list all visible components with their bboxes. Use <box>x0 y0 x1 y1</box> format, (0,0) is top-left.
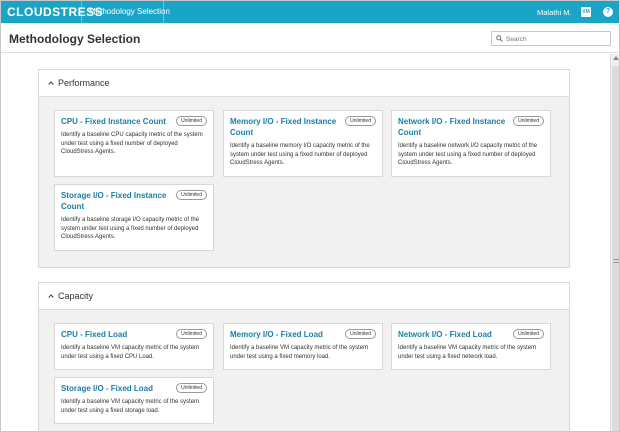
card-title[interactable]: Network I/O - Fixed Instance Count <box>398 116 518 138</box>
card-title[interactable]: Memory I/O - Fixed Load <box>230 329 350 340</box>
unlimited-badge: Unlimited <box>513 116 544 126</box>
card-description: Identify a baseline VM capacity metric o… <box>398 345 537 360</box>
user-name[interactable]: Malathi M. <box>537 8 572 17</box>
section-capacity: Capacity CPU - Fixed Load Unlimited Iden… <box>38 282 570 431</box>
methodology-card[interactable]: Network I/O - Fixed Instance Count Unlim… <box>391 110 551 177</box>
main-content: Performance CPU - Fixed Instance Count U… <box>1 54 610 431</box>
scroll-up-arrow-icon[interactable] <box>613 56 619 60</box>
methodology-card[interactable]: Storage I/O - Fixed Load Unlimited Ident… <box>54 377 214 424</box>
card-description: Identify a baseline VM capacity metric o… <box>61 399 200 414</box>
chevron-up-icon[interactable] <box>48 293 54 299</box>
page-title: Methodology Selection <box>9 32 141 46</box>
nav-item-methodology-selection[interactable]: Methodology Selection <box>89 7 170 16</box>
section-title: Capacity <box>58 291 94 301</box>
section-header[interactable]: Capacity <box>39 283 569 310</box>
page-header: Methodology Selection <box>1 23 619 53</box>
search-icon <box>496 35 503 42</box>
unlimited-badge: Unlimited <box>345 329 376 339</box>
vertical-scrollbar[interactable] <box>610 54 619 431</box>
chevron-up-icon[interactable] <box>48 80 54 86</box>
card-description: Identify a baseline network I/O capacity… <box>398 143 538 166</box>
methodology-card[interactable]: Memory I/O - Fixed Load Unlimited Identi… <box>223 323 383 370</box>
methodology-card[interactable]: Memory I/O - Fixed Instance Count Unlimi… <box>223 110 383 177</box>
unlimited-badge: Unlimited <box>176 116 207 126</box>
card-title[interactable]: Memory I/O - Fixed Instance Count <box>230 116 350 138</box>
search-box[interactable] <box>491 31 611 46</box>
card-title[interactable]: Network I/O - Fixed Load <box>398 329 518 340</box>
divider <box>81 1 82 23</box>
unlimited-badge: Unlimited <box>176 329 207 339</box>
search-input[interactable] <box>506 33 606 45</box>
card-description: Identify a baseline VM capacity metric o… <box>230 345 369 360</box>
unlimited-badge: Unlimited <box>345 116 376 126</box>
help-icon[interactable]: ? <box>603 7 613 17</box>
card-title[interactable]: Storage I/O - Fixed Instance Count <box>61 190 181 212</box>
section-title: Performance <box>58 78 110 88</box>
card-description: Identify a baseline CPU capacity metric … <box>61 132 203 155</box>
user-avatar[interactable]: VM <box>581 7 591 17</box>
section-performance: Performance CPU - Fixed Instance Count U… <box>38 69 570 268</box>
card-title[interactable]: CPU - Fixed Instance Count <box>61 116 181 127</box>
top-navigation-bar: CLOUDSTRESS Methodology Selection Malath… <box>1 1 619 23</box>
card-description: Identify a baseline storage I/O capacity… <box>61 217 200 240</box>
card-description: Identify a baseline memory I/O capacity … <box>230 143 370 166</box>
scroll-grip-icon <box>613 259 619 263</box>
methodology-card[interactable]: Storage I/O - Fixed Instance Count Unlim… <box>54 184 214 251</box>
methodology-card[interactable]: CPU - Fixed Instance Count Unlimited Ide… <box>54 110 214 177</box>
unlimited-badge: Unlimited <box>513 329 544 339</box>
section-header[interactable]: Performance <box>39 70 569 97</box>
methodology-card[interactable]: Network I/O - Fixed Load Unlimited Ident… <box>391 323 551 370</box>
card-description: Identify a baseline VM capacity metric o… <box>61 345 200 360</box>
card-title[interactable]: CPU - Fixed Load <box>61 329 181 340</box>
unlimited-badge: Unlimited <box>176 190 207 200</box>
app-window: CLOUDSTRESS Methodology Selection Malath… <box>0 0 620 432</box>
card-title[interactable]: Storage I/O - Fixed Load <box>61 383 181 394</box>
methodology-card[interactable]: CPU - Fixed Load Unlimited Identify a ba… <box>54 323 214 370</box>
scrollbar-thumb[interactable] <box>612 66 619 431</box>
unlimited-badge: Unlimited <box>176 383 207 393</box>
divider <box>163 1 164 23</box>
